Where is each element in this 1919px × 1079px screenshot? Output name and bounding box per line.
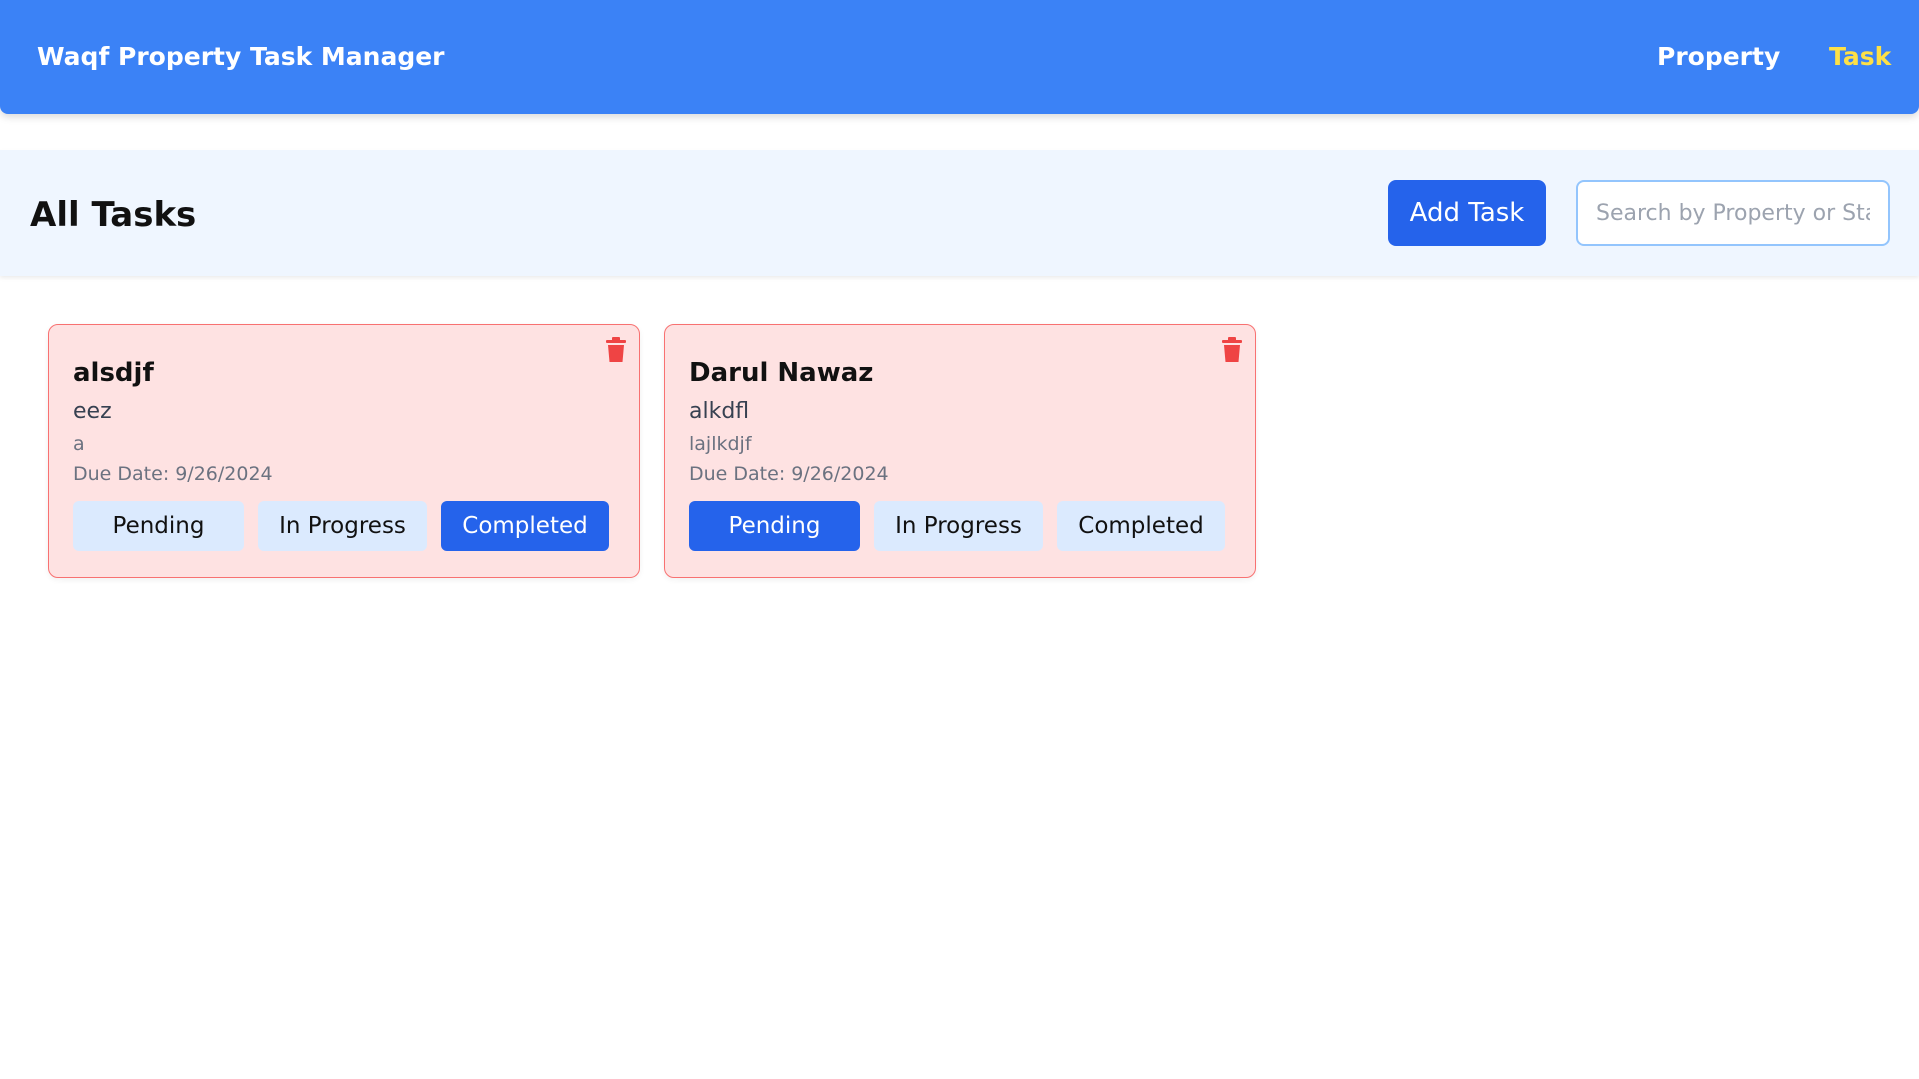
add-task-button[interactable]: Add Task — [1388, 180, 1546, 246]
due-date-value: 9/26/2024 — [791, 463, 889, 485]
trash-icon[interactable] — [605, 337, 627, 363]
search-input[interactable] — [1576, 180, 1890, 246]
nav-link-task[interactable]: Task — [1829, 42, 1891, 71]
task-property: Darul Nawaz — [689, 358, 874, 388]
task-title: eez — [73, 399, 112, 424]
tasks-header: All Tasks Add Task — [0, 150, 1919, 276]
due-date-label: Due Date: — [73, 463, 170, 485]
nav-link-property[interactable]: Property — [1657, 42, 1780, 71]
task-due-date: Due Date: 9/26/2024 — [689, 463, 889, 485]
app-title: Waqf Property Task Manager — [37, 42, 445, 71]
task-card: Darul Nawaz alkdfl lajlkdjf Due Date: 9/2… — [664, 324, 1256, 578]
task-property: alsdjf — [73, 358, 154, 388]
page-title: All Tasks — [30, 195, 197, 235]
trash-icon[interactable] — [1221, 337, 1243, 363]
status-in-progress-button[interactable]: In Progress — [874, 501, 1043, 551]
status-buttons: Pending In Progress Completed — [73, 501, 609, 551]
due-date-label: Due Date: — [689, 463, 786, 485]
task-description: lajlkdjf — [689, 433, 752, 455]
status-pending-button[interactable]: Pending — [73, 501, 244, 551]
status-completed-button[interactable]: Completed — [441, 501, 609, 551]
status-buttons: Pending In Progress Completed — [689, 501, 1225, 551]
task-description: a — [73, 433, 85, 455]
status-pending-button[interactable]: Pending — [689, 501, 860, 551]
status-in-progress-button[interactable]: In Progress — [258, 501, 427, 551]
task-due-date: Due Date: 9/26/2024 — [73, 463, 273, 485]
task-card: alsdjf eez a Due Date: 9/26/2024 Pending … — [48, 324, 640, 578]
due-date-value: 9/26/2024 — [175, 463, 273, 485]
task-title: alkdfl — [689, 399, 750, 424]
status-completed-button[interactable]: Completed — [1057, 501, 1225, 551]
navbar: Waqf Property Task Manager Property Task — [0, 0, 1919, 114]
task-list: alsdjf eez a Due Date: 9/26/2024 Pending … — [48, 324, 1256, 578]
